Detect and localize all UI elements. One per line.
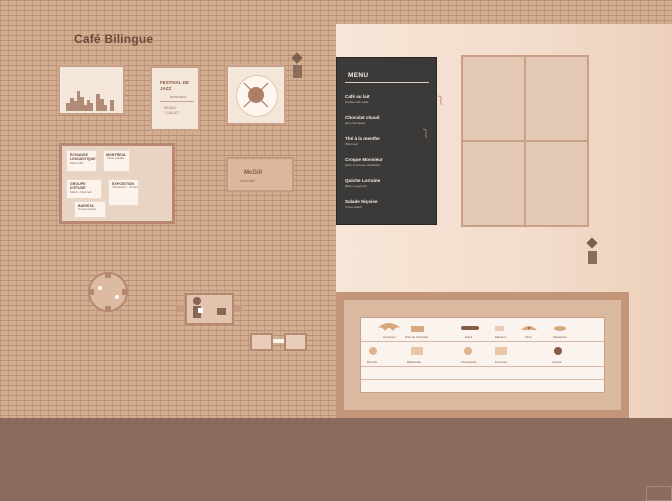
croissant-icon (377, 323, 401, 331)
eclair-icon (461, 326, 479, 330)
menu-item-desc: (Coffee with milk) (345, 99, 369, 104)
brioche-icon (369, 347, 377, 355)
shelf-divider (361, 341, 604, 342)
poster-city: MONTRÉAL (170, 95, 187, 99)
plate-artwork[interactable] (226, 65, 286, 125)
poster-title: FESTIVAL DE JAZZ (160, 80, 189, 91)
pastry-label: Madeleine (553, 335, 567, 339)
wall-box-left[interactable] (250, 333, 273, 351)
outlet-edge (177, 305, 185, 312)
madeleine-icon (554, 326, 566, 331)
clock-dot (98, 286, 102, 290)
menu-item[interactable]: Croque Monsieur (Ham & cheese sandwich) (345, 157, 383, 167)
clock-dot (115, 295, 119, 299)
note-sub: Mardi • Mercredi (70, 189, 92, 194)
window-transom (463, 140, 587, 142)
outlet-icon[interactable] (185, 293, 234, 325)
shelf-divider (361, 366, 604, 367)
hook-icon (422, 128, 428, 139)
menu-title: MENU (348, 72, 369, 79)
corner-ui-box[interactable] (646, 486, 672, 501)
clock-icon[interactable] (88, 272, 128, 312)
wall-lamp-base (588, 251, 597, 264)
menu-item[interactable]: Café au lait (Coffee with milk) (345, 94, 370, 104)
pastry-label: Chouquette (461, 360, 477, 364)
canele-icon (554, 347, 562, 355)
menu-item[interactable]: Chocolat chaud (Hot chocolate) (345, 115, 379, 125)
menu-board[interactable]: MENU Café au lait (Coffee with milk) Cho… (336, 57, 437, 225)
pastry-label: Pain au Chocolat (405, 335, 428, 339)
poster-date-end: 7 JUILLET (164, 110, 180, 115)
note-barista[interactable]: BARISTA Temps partiel (75, 202, 105, 217)
note-sub: Temps partiel (78, 207, 96, 212)
menu-item[interactable]: Salade Niçoise (Tuna salad) (345, 199, 377, 209)
menu-item-desc: (Ham & cheese sandwich) (345, 162, 381, 167)
floor (0, 418, 672, 501)
pastry-label: Croissant (383, 335, 396, 339)
brick-wall-top (336, 0, 672, 24)
menu-item[interactable]: Quiche Lorraine (Bacon-egg tart) (345, 178, 380, 188)
menu-item-desc: (Bacon-egg tart) (345, 183, 367, 188)
hook-icon (437, 95, 443, 106)
poster-divider (160, 101, 194, 102)
pennant-sub: Université (240, 179, 256, 183)
tarte-icon (521, 326, 537, 330)
clock-tick (122, 289, 127, 295)
outlet-edge (234, 305, 242, 312)
bulletin-board[interactable]: ÉCHANGE LINGUISTIQUE Mardi 19h MONTREAL … (59, 143, 175, 224)
financier-icon (495, 347, 507, 355)
macaron-icon (495, 326, 504, 331)
menu-item[interactable]: Thé à la menthe (Mint tea) (345, 136, 380, 146)
poster-dates: 28 JUIN - 7 JUILLET (164, 106, 179, 116)
shelf-divider (361, 379, 604, 380)
window[interactable] (461, 55, 589, 227)
note-language-exchange[interactable]: ÉCHANGE LINGUISTIQUE Mardi 19h (67, 151, 96, 171)
cafe-sign[interactable]: Café Bilingue (74, 32, 153, 46)
pastry-label: Tarte (525, 335, 532, 339)
clock-tick (89, 289, 94, 295)
wall-box-right[interactable] (284, 333, 307, 351)
chouquette-icon (464, 347, 472, 355)
millefeuille-icon (411, 347, 423, 355)
menu-item-desc: (Hot chocolate) (345, 120, 366, 125)
note-sub: Mardi 19h (70, 160, 84, 165)
note-study-group[interactable]: GROUPE D'ÉTUDE Mardi • Mercredi (67, 180, 101, 198)
note-sub: d'étudiants · 20 juin (112, 185, 138, 190)
mcgill-pennant[interactable]: McGill Université (226, 157, 294, 192)
menu-item-desc: (Mint tea) (345, 141, 358, 146)
pastry-display-case[interactable]: Croissant Pain au Chocolat Éclair Macaro… (360, 317, 605, 393)
socket-icon (217, 308, 226, 315)
knob-icon (193, 297, 201, 305)
note-sub: Visite guidée (107, 156, 125, 161)
pastry-label: Macaron (495, 335, 507, 339)
utensils-icon (243, 82, 269, 108)
note-montreal[interactable]: MONTREAL Visite guidée (104, 151, 129, 171)
pastry-label: Millefeuille (407, 360, 422, 364)
menu-item-desc: (Tuna salad) (345, 204, 362, 209)
wall-box-connector (273, 339, 284, 343)
switch-light (198, 308, 203, 313)
clock-tick (105, 306, 111, 311)
chart-artwork[interactable] (58, 65, 125, 115)
note-exhibition[interactable]: EXPOSITION d'étudiants · 20 juin (109, 180, 138, 205)
clock-tick (105, 273, 111, 278)
wall-lamp-base (293, 65, 302, 78)
pain-au-chocolat-icon (411, 326, 424, 332)
pastry-label: Financier (495, 360, 508, 364)
bars-art-icon (66, 91, 114, 111)
pastry-label: Brioche (367, 360, 378, 364)
menu-divider (345, 82, 429, 83)
pennant-name: McGill (244, 170, 263, 176)
pastry-label: Canelé (552, 360, 562, 364)
pastry-label: Éclair (465, 335, 473, 339)
jazz-festival-poster[interactable]: FESTIVAL DE JAZZ MONTRÉAL 28 JUIN - 7 JU… (150, 66, 200, 131)
